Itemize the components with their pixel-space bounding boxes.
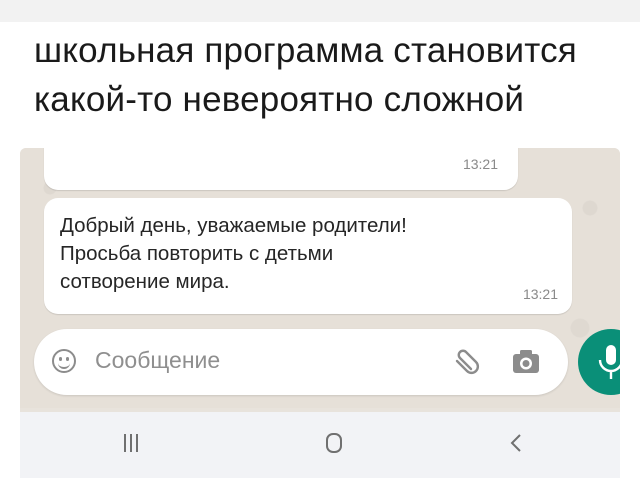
message-line: Просьба повторить с детьми bbox=[60, 242, 334, 265]
system-navigation-bar bbox=[20, 412, 620, 478]
message-composer: Сообщение bbox=[34, 329, 568, 395]
top-strip bbox=[0, 0, 640, 22]
message-input[interactable]: Сообщение bbox=[95, 347, 220, 374]
emoji-icon[interactable] bbox=[52, 349, 76, 373]
home-icon[interactable] bbox=[326, 433, 342, 453]
camera-icon[interactable] bbox=[512, 349, 540, 375]
message-text: Добрый день, уважаемые родители! Просьба… bbox=[60, 212, 530, 296]
meme-caption: школьная программа становится какой-то н… bbox=[34, 26, 624, 124]
chat-screenshot: 13:21 Добрый день, уважаемые родители! П… bbox=[20, 148, 620, 478]
mic-icon bbox=[598, 345, 620, 379]
attach-icon[interactable] bbox=[449, 345, 483, 379]
caption-line-1: школьная программа становится bbox=[34, 31, 577, 70]
back-icon[interactable] bbox=[508, 432, 524, 454]
message-bubble[interactable]: Добрый день, уважаемые родители! Просьба… bbox=[44, 198, 572, 314]
message-time: 13:21 bbox=[462, 156, 498, 172]
message-line: Добрый день, уважаемые родители! bbox=[60, 214, 407, 237]
message-time: 13:21 bbox=[522, 286, 558, 302]
previous-message-bubble[interactable]: 13:21 bbox=[44, 148, 518, 190]
message-line: сотворение мира. bbox=[60, 270, 230, 293]
caption-line-2: какой-то невероятно сложной bbox=[34, 80, 525, 119]
recent-apps-icon[interactable] bbox=[122, 434, 142, 454]
